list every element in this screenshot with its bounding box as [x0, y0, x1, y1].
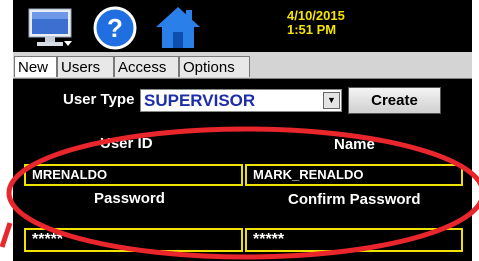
highlight-ellipse	[0, 126, 479, 260]
user-setup-screen: ? 4/10/2015 1:51 PM New Users Access Opt…	[0, 0, 479, 261]
